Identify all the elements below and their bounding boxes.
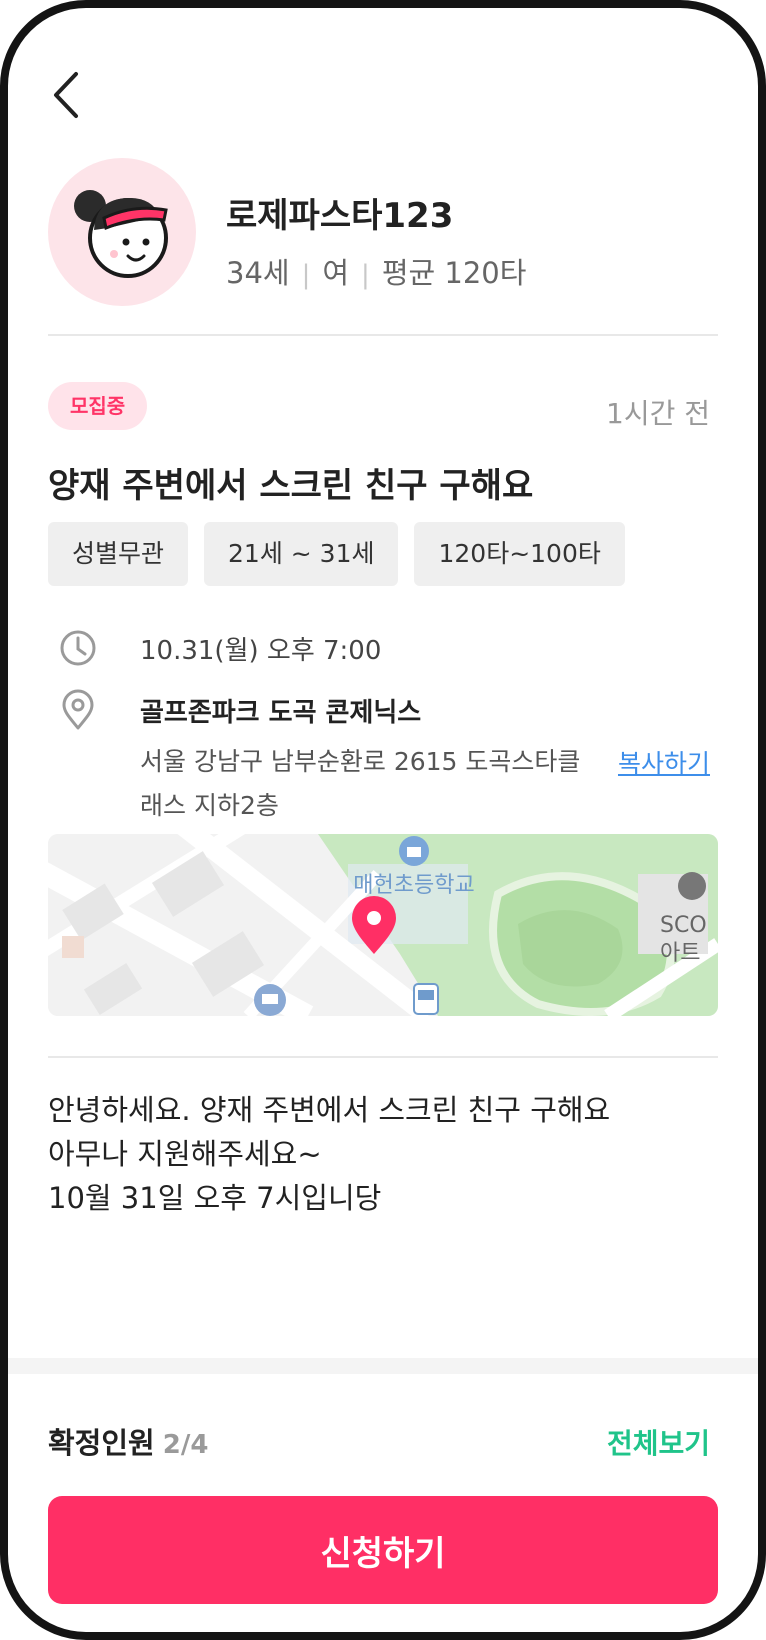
confirmed-members: 확정인원 2/4 <box>48 1420 208 1462</box>
meta-separator: | <box>361 260 370 290</box>
location-map[interactable]: 매헌초등학교 SCO 아트 <box>48 834 718 1016</box>
map-label-poi-2: 아트 <box>660 941 700 966</box>
post-body-line: 10월 31일 오후 7시입니당 <box>48 1181 382 1215</box>
chip-age-range: 21세 ~ 31세 <box>204 522 399 586</box>
location-pin-icon <box>62 689 94 730</box>
status-badge: 모집중 <box>48 382 148 430</box>
profile-meta: 34세 | 여 | 평균 120타 <box>226 250 526 292</box>
post-body: 안녕하세요. 양재 주변에서 스크린 친구 구해요 아무나 지원해주세요~ 10… <box>48 1088 718 1220</box>
profile-gender: 여 <box>322 256 350 290</box>
chevron-left-icon <box>54 72 78 118</box>
copy-address-link[interactable]: 복사하기 <box>618 744 710 780</box>
apply-button[interactable]: 신청하기 <box>48 1496 718 1604</box>
profile-age: 34세 <box>226 256 290 290</box>
nickname: 로제파스타123 <box>226 196 454 236</box>
confirmed-count: 2/4 <box>162 1430 209 1460</box>
confirmed-label: 확정인원 <box>48 1426 155 1460</box>
clock-icon <box>60 630 96 666</box>
view-all-link[interactable]: 전체보기 <box>607 1422 710 1462</box>
post-title: 양재 주변에서 스크린 친구 구해요 <box>48 466 534 506</box>
map-canvas: 매헌초등학교 SCO 아트 <box>48 834 718 1016</box>
divider <box>48 334 718 336</box>
place-address: 서울 강남구 남부순환로 2615 도곡스타클래스 지하2층 <box>140 747 581 820</box>
map-label-poi-1: SCO <box>660 913 707 938</box>
character-avatar-icon <box>74 190 168 278</box>
profile-header: 로제파스타123 34세 | 여 | 평균 120타 <box>48 158 718 308</box>
phone-frame: 로제파스타123 34세 | 여 | 평균 120타 모집중 1시간 전 양재 주변에서… <box>0 0 766 1640</box>
profile-average: 평균 120타 <box>381 256 527 290</box>
condition-chips: 성별무관 21세 ~ 31세 120타~100타 <box>48 522 625 586</box>
chip-score-range: 120타~100타 <box>414 522 625 586</box>
back-button[interactable] <box>48 70 88 120</box>
chip-gender: 성별무관 <box>48 522 189 586</box>
post-time-ago: 1시간 전 <box>606 397 710 430</box>
section-separator <box>8 1358 758 1374</box>
divider <box>48 1056 718 1058</box>
meta-separator: | <box>301 260 311 290</box>
post-body-line: 안녕하세요. 양재 주변에서 스크린 친구 구해요 <box>48 1093 611 1127</box>
avatar[interactable] <box>48 158 196 306</box>
meeting-datetime: 10.31(월) 오후 7:00 <box>140 636 382 666</box>
place-name: 골프존파크 도곡 콘제닉스 <box>140 698 422 728</box>
post-body-line: 아무나 지원해주세요~ <box>48 1137 322 1171</box>
map-label-school: 매헌초등학교 <box>353 873 474 898</box>
